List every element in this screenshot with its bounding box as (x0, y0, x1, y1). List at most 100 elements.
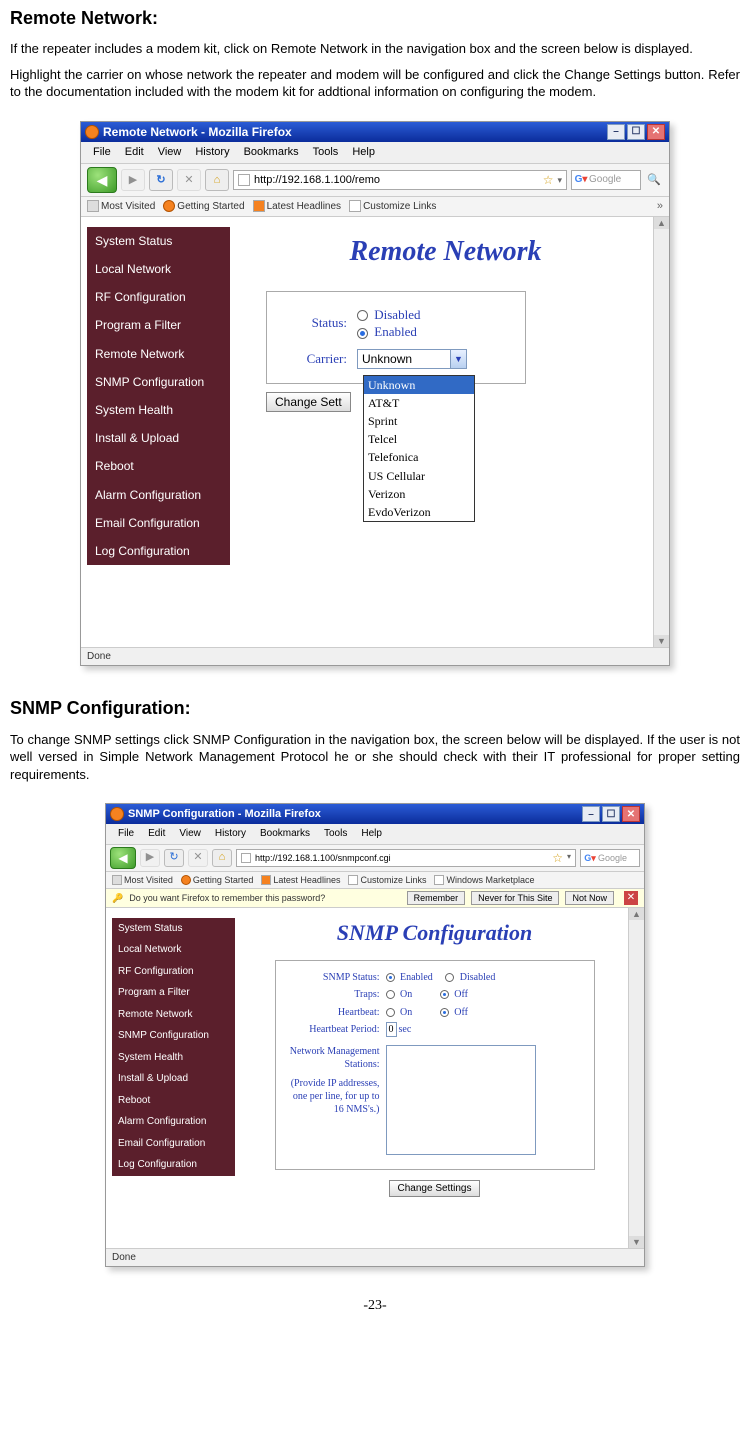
close-bar-button[interactable]: ✕ (624, 891, 638, 905)
carrier-dropdown[interactable]: Unknown AT&T Sprint Telcel Telefonica US… (363, 375, 475, 523)
nav-item-install-upload[interactable]: Install & Upload (87, 424, 230, 452)
stop-button[interactable]: ✕ (188, 849, 208, 867)
menu-file[interactable]: File (87, 144, 117, 161)
menu-file[interactable]: File (112, 826, 140, 842)
menu-tools[interactable]: Tools (318, 826, 353, 842)
bookmark-star-icon[interactable]: ☆ (552, 850, 563, 866)
nav-item-rf-configuration[interactable]: RF Configuration (112, 961, 235, 983)
dropdown-option[interactable]: Sprint (364, 412, 474, 430)
radio-enabled[interactable] (386, 973, 395, 982)
stop-button[interactable]: ✕ (177, 169, 201, 191)
bookmark-latest-headlines[interactable]: Latest Headlines (261, 874, 340, 886)
nav-item-log-configuration[interactable]: Log Configuration (87, 537, 230, 565)
minimize-button[interactable]: – (582, 806, 600, 822)
menu-help[interactable]: Help (346, 144, 381, 161)
radio-enabled[interactable] (357, 328, 368, 339)
radio-heartbeat-off[interactable] (440, 1008, 449, 1017)
nav-item-email-configuration[interactable]: Email Configuration (87, 509, 230, 537)
menu-history[interactable]: History (189, 144, 235, 161)
reload-button[interactable]: ↻ (149, 169, 173, 191)
radio-heartbeat-on[interactable] (386, 1008, 395, 1017)
radio-disabled[interactable] (445, 973, 454, 982)
never-button[interactable]: Never for This Site (471, 891, 559, 905)
menu-help[interactable]: Help (355, 826, 388, 842)
overflow-chevron-icon[interactable]: » (657, 199, 663, 214)
change-settings-button[interactable]: Change Settings (389, 1180, 481, 1197)
nav-item-reboot[interactable]: Reboot (87, 452, 230, 480)
nav-item-remote-network[interactable]: Remote Network (87, 340, 230, 368)
menu-edit[interactable]: Edit (142, 826, 171, 842)
nav-item-local-network[interactable]: Local Network (87, 255, 230, 283)
carrier-select[interactable]: Unknown ▼ (357, 349, 467, 369)
bookmark-star-icon[interactable]: ☆ (543, 172, 554, 188)
search-box[interactable]: G▾ Google (580, 849, 640, 867)
heartbeat-period-field[interactable]: 0 (386, 1022, 397, 1037)
nms-textarea[interactable] (386, 1045, 536, 1155)
nav-item-log-configuration[interactable]: Log Configuration (112, 1154, 235, 1176)
menu-bookmarks[interactable]: Bookmarks (254, 826, 316, 842)
nav-item-system-status[interactable]: System Status (112, 918, 235, 940)
forward-button[interactable]: ▶ (121, 169, 145, 191)
menu-edit[interactable]: Edit (119, 144, 150, 161)
bookmark-latest-headlines[interactable]: Latest Headlines (253, 200, 342, 214)
bookmark-getting-started[interactable]: Getting Started (181, 874, 254, 886)
forward-button[interactable]: ▶ (140, 849, 160, 867)
search-box[interactable]: G▾ Google (571, 170, 641, 190)
bookmark-windows-marketplace[interactable]: Windows Marketplace (434, 874, 534, 886)
change-settings-button[interactable]: Change Sett (266, 392, 351, 412)
close-button[interactable]: ✕ (622, 806, 640, 822)
dropdown-option[interactable]: Unknown (364, 376, 474, 394)
bookmark-most-visited[interactable]: Most Visited (87, 200, 155, 214)
nav-item-system-health[interactable]: System Health (112, 1047, 235, 1069)
menu-bookmarks[interactable]: Bookmarks (238, 144, 305, 161)
minimize-button[interactable]: – (607, 124, 625, 140)
nav-item-program-filter[interactable]: Program a Filter (87, 311, 230, 339)
reload-button[interactable]: ↻ (164, 849, 184, 867)
back-button[interactable]: ◀ (110, 847, 136, 869)
menu-tools[interactable]: Tools (307, 144, 345, 161)
dropdown-arrow-icon[interactable]: ▾ (557, 174, 562, 186)
nav-item-reboot[interactable]: Reboot (112, 1090, 235, 1112)
bookmark-most-visited[interactable]: Most Visited (112, 874, 173, 886)
dropdown-option[interactable]: US Cellular (364, 467, 474, 485)
back-button[interactable]: ◀ (87, 167, 117, 193)
nav-item-snmp-configuration[interactable]: SNMP Configuration (87, 368, 230, 396)
radio-traps-off[interactable] (440, 990, 449, 999)
close-button[interactable]: ✕ (647, 124, 665, 140)
nav-item-system-health[interactable]: System Health (87, 396, 230, 424)
nav-item-system-status[interactable]: System Status (87, 227, 230, 255)
maximize-button[interactable]: ☐ (602, 806, 620, 822)
bookmark-customize-links[interactable]: Customize Links (348, 874, 426, 886)
dropdown-option[interactable]: Verizon (364, 485, 474, 503)
url-bar[interactable]: http://192.168.1.100/snmpconf.cgi ☆ ▾ (236, 849, 576, 867)
remember-button[interactable]: Remember (407, 891, 466, 905)
home-button[interactable]: ⌂ (205, 169, 229, 191)
nav-item-snmp-configuration[interactable]: SNMP Configuration (112, 1025, 235, 1047)
nav-item-remote-network[interactable]: Remote Network (112, 1004, 235, 1026)
radio-disabled[interactable] (357, 310, 368, 321)
nav-item-program-filter[interactable]: Program a Filter (112, 982, 235, 1004)
menu-history[interactable]: History (209, 826, 252, 842)
search-go-icon[interactable]: 🔍 (645, 169, 663, 191)
nav-item-local-network[interactable]: Local Network (112, 939, 235, 961)
dropdown-option[interactable]: Telefonica (364, 448, 474, 466)
nav-item-alarm-configuration[interactable]: Alarm Configuration (112, 1111, 235, 1133)
nav-item-rf-configuration[interactable]: RF Configuration (87, 283, 230, 311)
menu-view[interactable]: View (152, 144, 188, 161)
menu-view[interactable]: View (173, 826, 207, 842)
dropdown-option[interactable]: AT&T (364, 394, 474, 412)
dropdown-option[interactable]: Telcel (364, 430, 474, 448)
home-button[interactable]: ⌂ (212, 849, 232, 867)
nav-item-install-upload[interactable]: Install & Upload (112, 1068, 235, 1090)
maximize-button[interactable]: ☐ (627, 124, 645, 140)
url-text: http://192.168.1.100/remo (254, 173, 380, 188)
nav-item-alarm-configuration[interactable]: Alarm Configuration (87, 481, 230, 509)
bookmark-customize-links[interactable]: Customize Links (349, 200, 436, 214)
nav-item-email-configuration[interactable]: Email Configuration (112, 1133, 235, 1155)
url-bar[interactable]: http://192.168.1.100/remo ☆ ▾ (233, 170, 567, 190)
not-now-button[interactable]: Not Now (565, 891, 614, 905)
radio-traps-on[interactable] (386, 990, 395, 999)
dropdown-option[interactable]: EvdoVerizon (364, 503, 474, 521)
bookmark-getting-started[interactable]: Getting Started (163, 200, 244, 214)
dropdown-arrow-icon[interactable]: ▾ (567, 852, 571, 863)
